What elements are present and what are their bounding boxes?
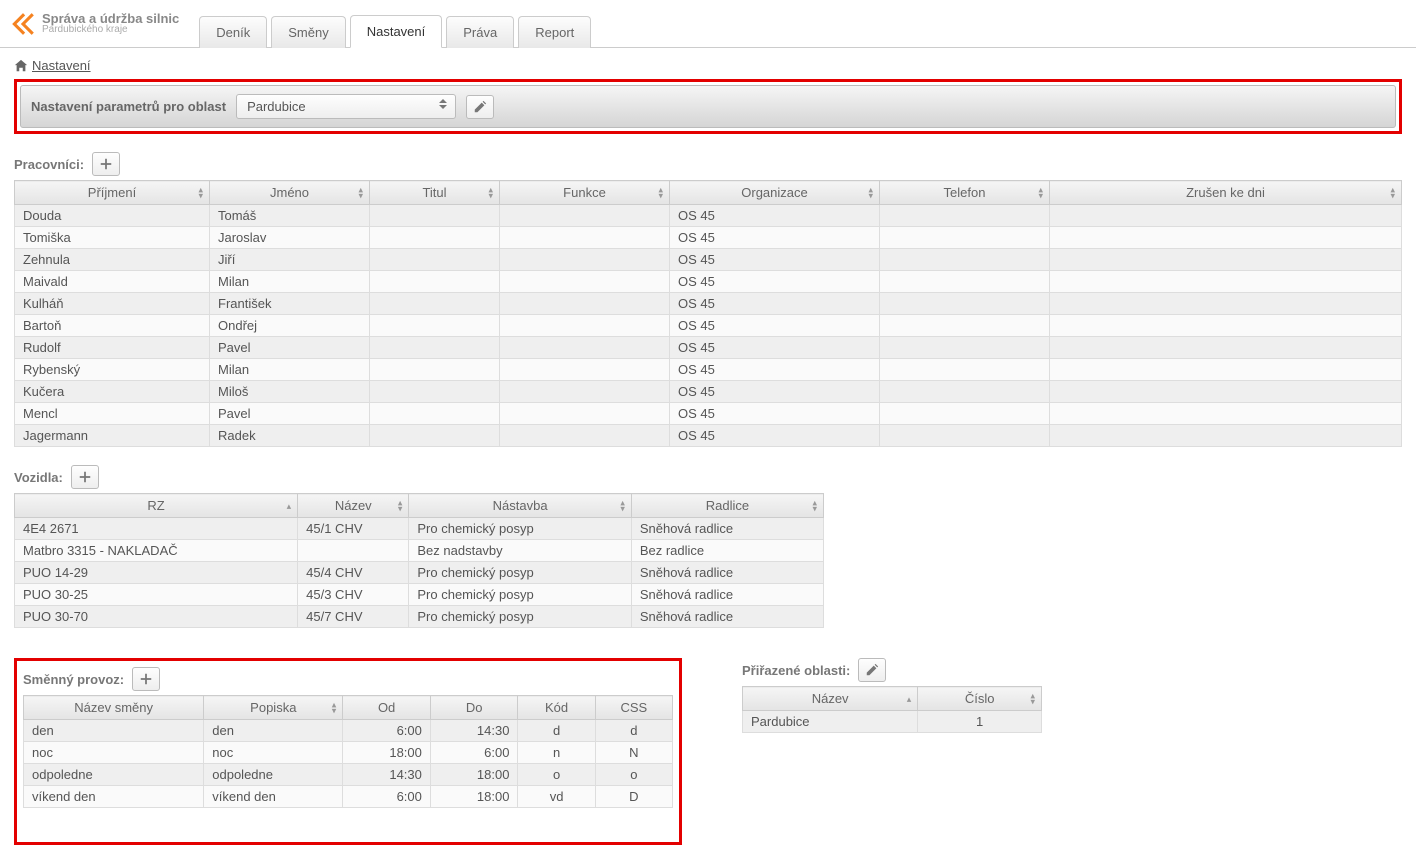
tab-report[interactable]: Report <box>518 16 591 48</box>
table-row[interactable]: BartoňOndřejOS 45 <box>15 315 1402 337</box>
table-row[interactable]: PUO 30-2545/3 CHVPro chemický posypSněho… <box>15 584 824 606</box>
highlight-param-bar: Nastavení parametrů pro oblast Pardubice <box>14 79 1402 134</box>
logo: Správa a údržba silnic Pardubického kraj… <box>10 12 179 35</box>
table-row[interactable]: MaivaldMilanOS 45 <box>15 271 1402 293</box>
add-vehicle-button[interactable] <box>71 465 99 489</box>
home-icon <box>14 59 28 73</box>
table-row[interactable]: ZehnulaJiříOS 45 <box>15 249 1402 271</box>
vehicles-title: Vozidla: <box>14 470 63 485</box>
th-nazev[interactable]: Název▴▾ <box>298 494 409 518</box>
th-rz[interactable]: RZ▴ <box>15 494 298 518</box>
tab-nastavení[interactable]: Nastavení <box>350 15 443 48</box>
edit-areas-button[interactable] <box>858 658 886 682</box>
table-row[interactable]: Matbro 3315 - NAKLADAČBez nadstavbyBez r… <box>15 540 824 562</box>
th-funkce[interactable]: Funkce▴▾ <box>500 181 670 205</box>
th-sname[interactable]: Název směny <box>24 696 204 720</box>
param-bar: Nastavení parametrů pro oblast Pardubice <box>20 85 1396 128</box>
th-do[interactable]: Do <box>430 696 518 720</box>
add-worker-button[interactable] <box>92 152 120 176</box>
th-prijmeni[interactable]: Příjmení▴▾ <box>15 181 210 205</box>
workers-title: Pracovníci: <box>14 157 84 172</box>
table-row[interactable]: PUO 30-7045/7 CHVPro chemický posypSněho… <box>15 606 824 628</box>
th-nastavba[interactable]: Nástavba▴▾ <box>409 494 631 518</box>
th-titul[interactable]: Titul▴▾ <box>370 181 500 205</box>
table-row[interactable]: RybenskýMilanOS 45 <box>15 359 1402 381</box>
th-od[interactable]: Od <box>343 696 431 720</box>
tabs: DeníkSměnyNastaveníPrávaReport <box>199 0 595 47</box>
tab-práva[interactable]: Práva <box>446 16 514 48</box>
table-row[interactable]: denden6:0014:30dd <box>24 720 673 742</box>
region-select[interactable]: Pardubice <box>236 94 456 119</box>
edit-region-button[interactable] <box>466 95 494 119</box>
table-row[interactable]: odpoledneodpoledne14:3018:00oo <box>24 764 673 786</box>
table-row[interactable]: Pardubice1 <box>743 711 1042 733</box>
tab-deník[interactable]: Deník <box>199 16 267 48</box>
areas-title: Přiřazené oblasti: <box>742 663 850 678</box>
pencil-icon <box>865 663 879 677</box>
table-row[interactable]: KučeraMilošOS 45 <box>15 381 1402 403</box>
th-jmeno[interactable]: Jméno▴▾ <box>210 181 370 205</box>
logo-icon <box>10 13 36 35</box>
areas-section: Přiřazené oblasti: Název▴ Číslo▴▾ Pardub… <box>742 658 1042 733</box>
th-zrusen[interactable]: Zrušen ke dni▴▾ <box>1050 181 1402 205</box>
table-row[interactable]: víkend denvíkend den6:0018:00vdD <box>24 786 673 808</box>
th-acislo[interactable]: Číslo▴▾ <box>918 687 1042 711</box>
th-css[interactable]: CSS <box>595 696 672 720</box>
vehicles-section: Vozidla: RZ▴ Název▴▾ Nástavba▴▾ Radlice▴… <box>14 465 1402 628</box>
breadcrumb: Nastavení <box>14 58 1402 73</box>
th-org[interactable]: Organizace▴▾ <box>670 181 880 205</box>
shifts-table: Název směny Popiska▴▾ Od Do Kód CSS dend… <box>23 695 673 808</box>
workers-table: Příjmení▴▾ Jméno▴▾ Titul▴▾ Funkce▴▾ Orga… <box>14 180 1402 447</box>
tab-směny[interactable]: Směny <box>271 16 345 48</box>
table-row[interactable]: RudolfPavelOS 45 <box>15 337 1402 359</box>
highlight-shifts: Směnný provoz: Název směny Popiska▴▾ Od … <box>14 658 682 845</box>
areas-table: Název▴ Číslo▴▾ Pardubice1 <box>742 686 1042 733</box>
table-row[interactable]: nocnoc18:006:00nN <box>24 742 673 764</box>
table-row[interactable]: DoudaTomášOS 45 <box>15 205 1402 227</box>
shifts-section: Směnný provoz: Název směny Popiska▴▾ Od … <box>23 667 673 836</box>
th-tel[interactable]: Telefon▴▾ <box>880 181 1050 205</box>
table-row[interactable]: JagermannRadekOS 45 <box>15 425 1402 447</box>
param-title: Nastavení parametrů pro oblast <box>31 99 226 114</box>
breadcrumb-link[interactable]: Nastavení <box>32 58 91 73</box>
plus-icon <box>99 157 113 171</box>
pencil-icon <box>473 100 487 114</box>
table-row[interactable]: MenclPavelOS 45 <box>15 403 1402 425</box>
shifts-title: Směnný provoz: <box>23 672 124 687</box>
th-popis[interactable]: Popiska▴▾ <box>204 696 343 720</box>
table-row[interactable]: TomiškaJaroslavOS 45 <box>15 227 1402 249</box>
topbar: Správa a údržba silnic Pardubického kraj… <box>0 0 1416 48</box>
logo-sub: Pardubického kraje <box>42 25 179 35</box>
workers-section: Pracovníci: Příjmení▴▾ Jméno▴▾ Titul▴▾ F… <box>14 152 1402 447</box>
vehicles-table: RZ▴ Název▴▾ Nástavba▴▾ Radlice▴▾ 4E4 267… <box>14 493 824 628</box>
plus-icon <box>78 470 92 484</box>
table-row[interactable]: 4E4 267145/1 CHVPro chemický posypSněhov… <box>15 518 824 540</box>
table-row[interactable]: KulháňFrantišekOS 45 <box>15 293 1402 315</box>
plus-icon <box>139 672 153 686</box>
th-anazev[interactable]: Název▴ <box>743 687 918 711</box>
th-kod[interactable]: Kód <box>518 696 595 720</box>
add-shift-button[interactable] <box>132 667 160 691</box>
table-row[interactable]: PUO 14-2945/4 CHVPro chemický posypSněho… <box>15 562 824 584</box>
th-radlice[interactable]: Radlice▴▾ <box>631 494 823 518</box>
